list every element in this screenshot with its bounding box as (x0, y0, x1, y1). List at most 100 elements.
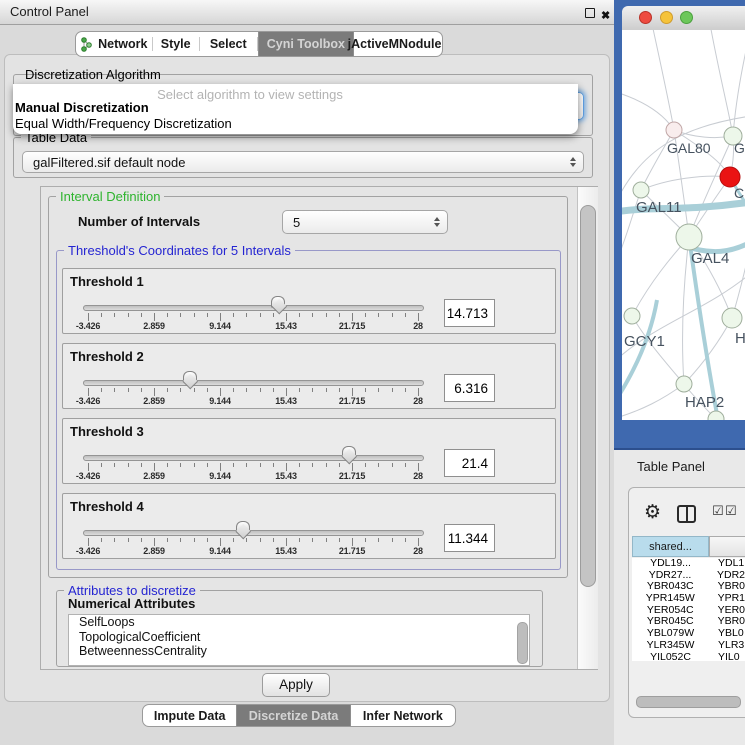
minor-tick (260, 463, 261, 467)
node-label: C. (734, 185, 745, 201)
minor-tick (114, 538, 115, 542)
major-tick (154, 313, 155, 321)
column-header-shared[interactable]: shared... (632, 536, 709, 557)
checkbox-icon[interactable]: ☑ (712, 504, 724, 519)
table-hscrollbar-thumb[interactable] (636, 696, 741, 708)
minor-tick (194, 463, 195, 467)
network-node[interactable] (708, 411, 724, 420)
main-scrollbar-thumb[interactable] (580, 205, 596, 587)
close-icon[interactable]: ✖ (601, 4, 610, 28)
minor-tick (378, 388, 379, 392)
checkbox-icon[interactable]: ☑ (725, 504, 737, 519)
number-of-intervals-label: Number of Intervals (78, 214, 200, 229)
node-table[interactable]: YDL19...YDL1YDR27...YDR2YBR043CYBR0YPR14… (632, 558, 745, 661)
minor-tick (233, 313, 234, 317)
algorithm-option-equal-width-frequency-discretization[interactable]: Equal Width/Frequency Discretization (15, 116, 232, 131)
algorithm-option-manual-discretization[interactable]: Manual Discretization (15, 100, 149, 115)
minor-tick (141, 388, 142, 392)
tick-label: 9.144 (198, 321, 242, 331)
network-node-h[interactable] (722, 308, 742, 328)
tick-label: 15.43 (264, 321, 308, 331)
minor-tick (392, 538, 393, 542)
minor-tick (405, 388, 406, 392)
minor-tick (312, 313, 313, 317)
close-traffic-light[interactable] (639, 11, 652, 24)
threshold-row-1: Threshold 1-3.4262.8599.14415.4321.71528… (62, 268, 556, 334)
columns-icon[interactable] (677, 505, 696, 523)
attributes-scrollbar-thumb[interactable] (517, 622, 528, 664)
table-data-combo[interactable]: galFiltered.sif default node (22, 151, 584, 173)
threshold-label: Threshold 1 (70, 274, 144, 289)
apply-button[interactable]: Apply (262, 673, 330, 697)
minor-tick (194, 538, 195, 542)
minor-tick (326, 538, 327, 542)
slider-thumb[interactable] (342, 446, 356, 464)
numerical-attributes-list[interactable]: SelfLoopsTopologicalCoefficientBetweenne… (68, 614, 530, 666)
threshold-label: Threshold 4 (70, 499, 144, 514)
column-header-name[interactable]: n (709, 536, 745, 557)
slider-track[interactable] (83, 305, 424, 311)
minor-tick (207, 313, 208, 317)
minor-tick (312, 463, 313, 467)
network-node-gal11[interactable] (633, 182, 649, 198)
float-icon[interactable] (585, 8, 595, 18)
minor-tick (246, 388, 247, 392)
threshold-value-field[interactable]: 21.4 (444, 449, 495, 477)
number-of-intervals-combo[interactable]: 5 (282, 210, 448, 234)
gear-icon[interactable]: ⚙ (644, 501, 661, 523)
minor-tick (128, 463, 129, 467)
tab-impute-data[interactable]: Impute Data (143, 705, 236, 726)
table-row[interactable]: YDL19...YDL1 (632, 558, 745, 570)
minimize-traffic-light[interactable] (660, 11, 673, 24)
network-node-gal4[interactable] (676, 224, 702, 250)
minor-tick (246, 463, 247, 467)
slider-track[interactable] (83, 380, 424, 386)
threshold-value-field[interactable]: 6.316 (444, 374, 495, 402)
tab-network[interactable]: Network (76, 32, 152, 56)
tick-label: 9.144 (198, 396, 242, 406)
minor-tick (167, 538, 168, 542)
tab-cyni-toolbox[interactable]: Cyni Toolbox (258, 32, 354, 56)
table-row[interactable]: YIL052CYIL0 (632, 652, 745, 662)
minor-tick (365, 463, 366, 467)
network-node-c-[interactable] (720, 167, 740, 187)
tab-discretize-data[interactable]: Discretize Data (236, 705, 350, 726)
minor-tick (207, 538, 208, 542)
network-node-hap2[interactable] (676, 376, 692, 392)
minor-tick (141, 463, 142, 467)
threshold-value-field[interactable]: 14.713 (444, 299, 495, 327)
minor-tick (392, 388, 393, 392)
network-node-gcy1[interactable] (624, 308, 640, 324)
tab-style[interactable]: Style (153, 32, 199, 56)
tick-label: 15.43 (264, 471, 308, 481)
slider-thumb[interactable] (271, 296, 285, 314)
minor-tick (299, 538, 300, 542)
major-tick (286, 463, 287, 471)
slider-thumb[interactable] (183, 371, 197, 389)
minor-tick (365, 388, 366, 392)
tick-label: 28 (396, 321, 440, 331)
threshold-value-field[interactable]: 11.344 (444, 524, 495, 552)
minor-tick (246, 313, 247, 317)
slider-track[interactable] (83, 530, 424, 536)
tab-jactivemnodules[interactable]: jActiveMNodules (354, 32, 442, 56)
tab-infer-network[interactable]: Infer Network (351, 705, 455, 726)
table-row[interactable]: YPR145WYPR1 (632, 593, 745, 605)
network-node-gal80[interactable] (666, 122, 682, 138)
threshold-row-3: Threshold 3-3.4262.8599.14415.4321.71528… (62, 418, 556, 484)
network-canvas[interactable]: GAL80G.GAL11C.GAL4GCY1HHAP2 (622, 30, 745, 420)
slider-track[interactable] (83, 455, 424, 461)
table-row[interactable]: YLR345WYLR3 (632, 640, 745, 652)
node-label: GAL11 (636, 199, 682, 216)
minor-tick (233, 538, 234, 542)
tick-label: 21.715 (330, 471, 374, 481)
network-window-titlebar[interactable] (622, 6, 745, 31)
attribute-item-selfloops[interactable]: SelfLoops (69, 615, 529, 630)
threshold-row-4: Threshold 4-3.4262.8599.14415.4321.71528… (62, 493, 556, 559)
tab-select[interactable]: Select (200, 32, 257, 56)
zoom-traffic-light[interactable] (680, 11, 693, 24)
node-label: GAL4 (691, 250, 729, 267)
attribute-item-betweennesscentrality[interactable]: BetweennessCentrality (69, 644, 529, 659)
slider-thumb[interactable] (236, 521, 250, 539)
attribute-item-topologicalcoefficient[interactable]: TopologicalCoefficient (69, 630, 529, 645)
